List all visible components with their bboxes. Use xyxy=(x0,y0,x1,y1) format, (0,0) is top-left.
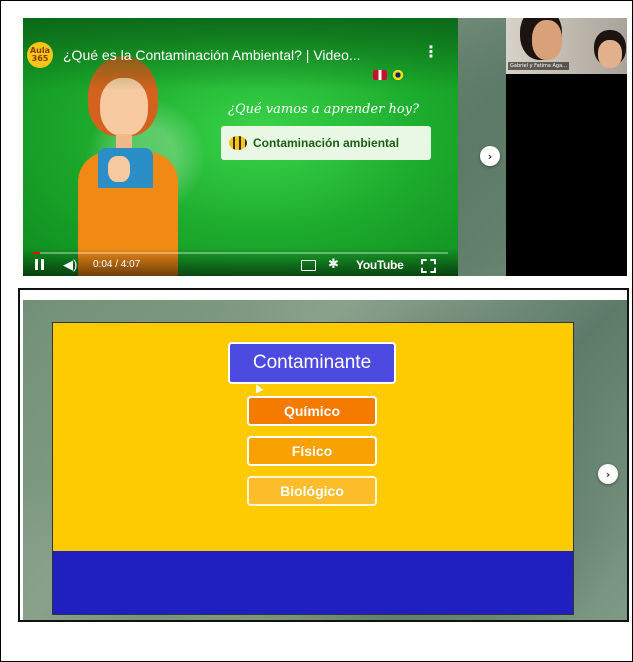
participant-face xyxy=(598,40,622,68)
next-arrow-button[interactable]: › xyxy=(480,146,500,166)
participant-face xyxy=(532,20,562,60)
divider xyxy=(18,288,629,290)
participant-name: Gabriel y Fatima Aga... xyxy=(508,62,569,70)
right-border-line xyxy=(627,288,629,620)
video-subtitle: ¿Qué vamos a aprender hoy? xyxy=(228,102,419,117)
progress-fill xyxy=(33,252,40,254)
more-icon[interactable]: ⋮ xyxy=(423,42,439,61)
option-biologico[interactable]: Biológico xyxy=(247,476,377,506)
uk-flag-icon[interactable] xyxy=(373,70,387,80)
slide: Contaminante Químico Físico Biológico xyxy=(52,322,574,615)
left-border-line xyxy=(18,288,20,620)
progress-bar[interactable] xyxy=(33,252,448,254)
divider xyxy=(18,620,629,622)
option-quimico[interactable]: Químico xyxy=(247,396,377,426)
next-slide-button[interactable]: › xyxy=(598,464,618,484)
brazil-flag-icon[interactable] xyxy=(391,70,405,80)
option-fisico[interactable]: Físico xyxy=(247,436,377,466)
topic-card: Contaminación ambiental xyxy=(221,126,431,160)
fullscreen-icon[interactable] xyxy=(421,259,436,273)
player-controls: ◀) 0:04 / 4:07 ✱ YouTube xyxy=(23,248,458,276)
captions-icon[interactable] xyxy=(301,260,316,271)
youtube-logo[interactable]: YouTube xyxy=(356,258,404,272)
video-title[interactable]: ¿Qué es la Contaminación Ambiental? | Vi… xyxy=(63,47,361,63)
pause-icon[interactable] xyxy=(35,259,45,270)
participant-video-tile[interactable]: Gabriel y Fatima Aga... xyxy=(506,18,627,74)
topic-label: Contaminación ambiental xyxy=(253,136,400,150)
contaminante-header[interactable]: Contaminante xyxy=(228,342,396,384)
gear-icon[interactable]: ✱ xyxy=(328,256,339,272)
language-flags xyxy=(373,70,405,80)
channel-avatar[interactable]: Aula 365 xyxy=(27,42,53,68)
bee-icon xyxy=(229,136,247,150)
participant-panel: Gabriel y Fatima Aga... xyxy=(506,18,627,276)
video-player[interactable]: Aula 365 ¿Qué es la Contaminación Ambien… xyxy=(23,18,458,276)
slide-bottom-band xyxy=(53,551,573,614)
time-display: 0:04 / 4:07 xyxy=(93,259,141,270)
volume-icon[interactable]: ◀) xyxy=(63,257,77,273)
